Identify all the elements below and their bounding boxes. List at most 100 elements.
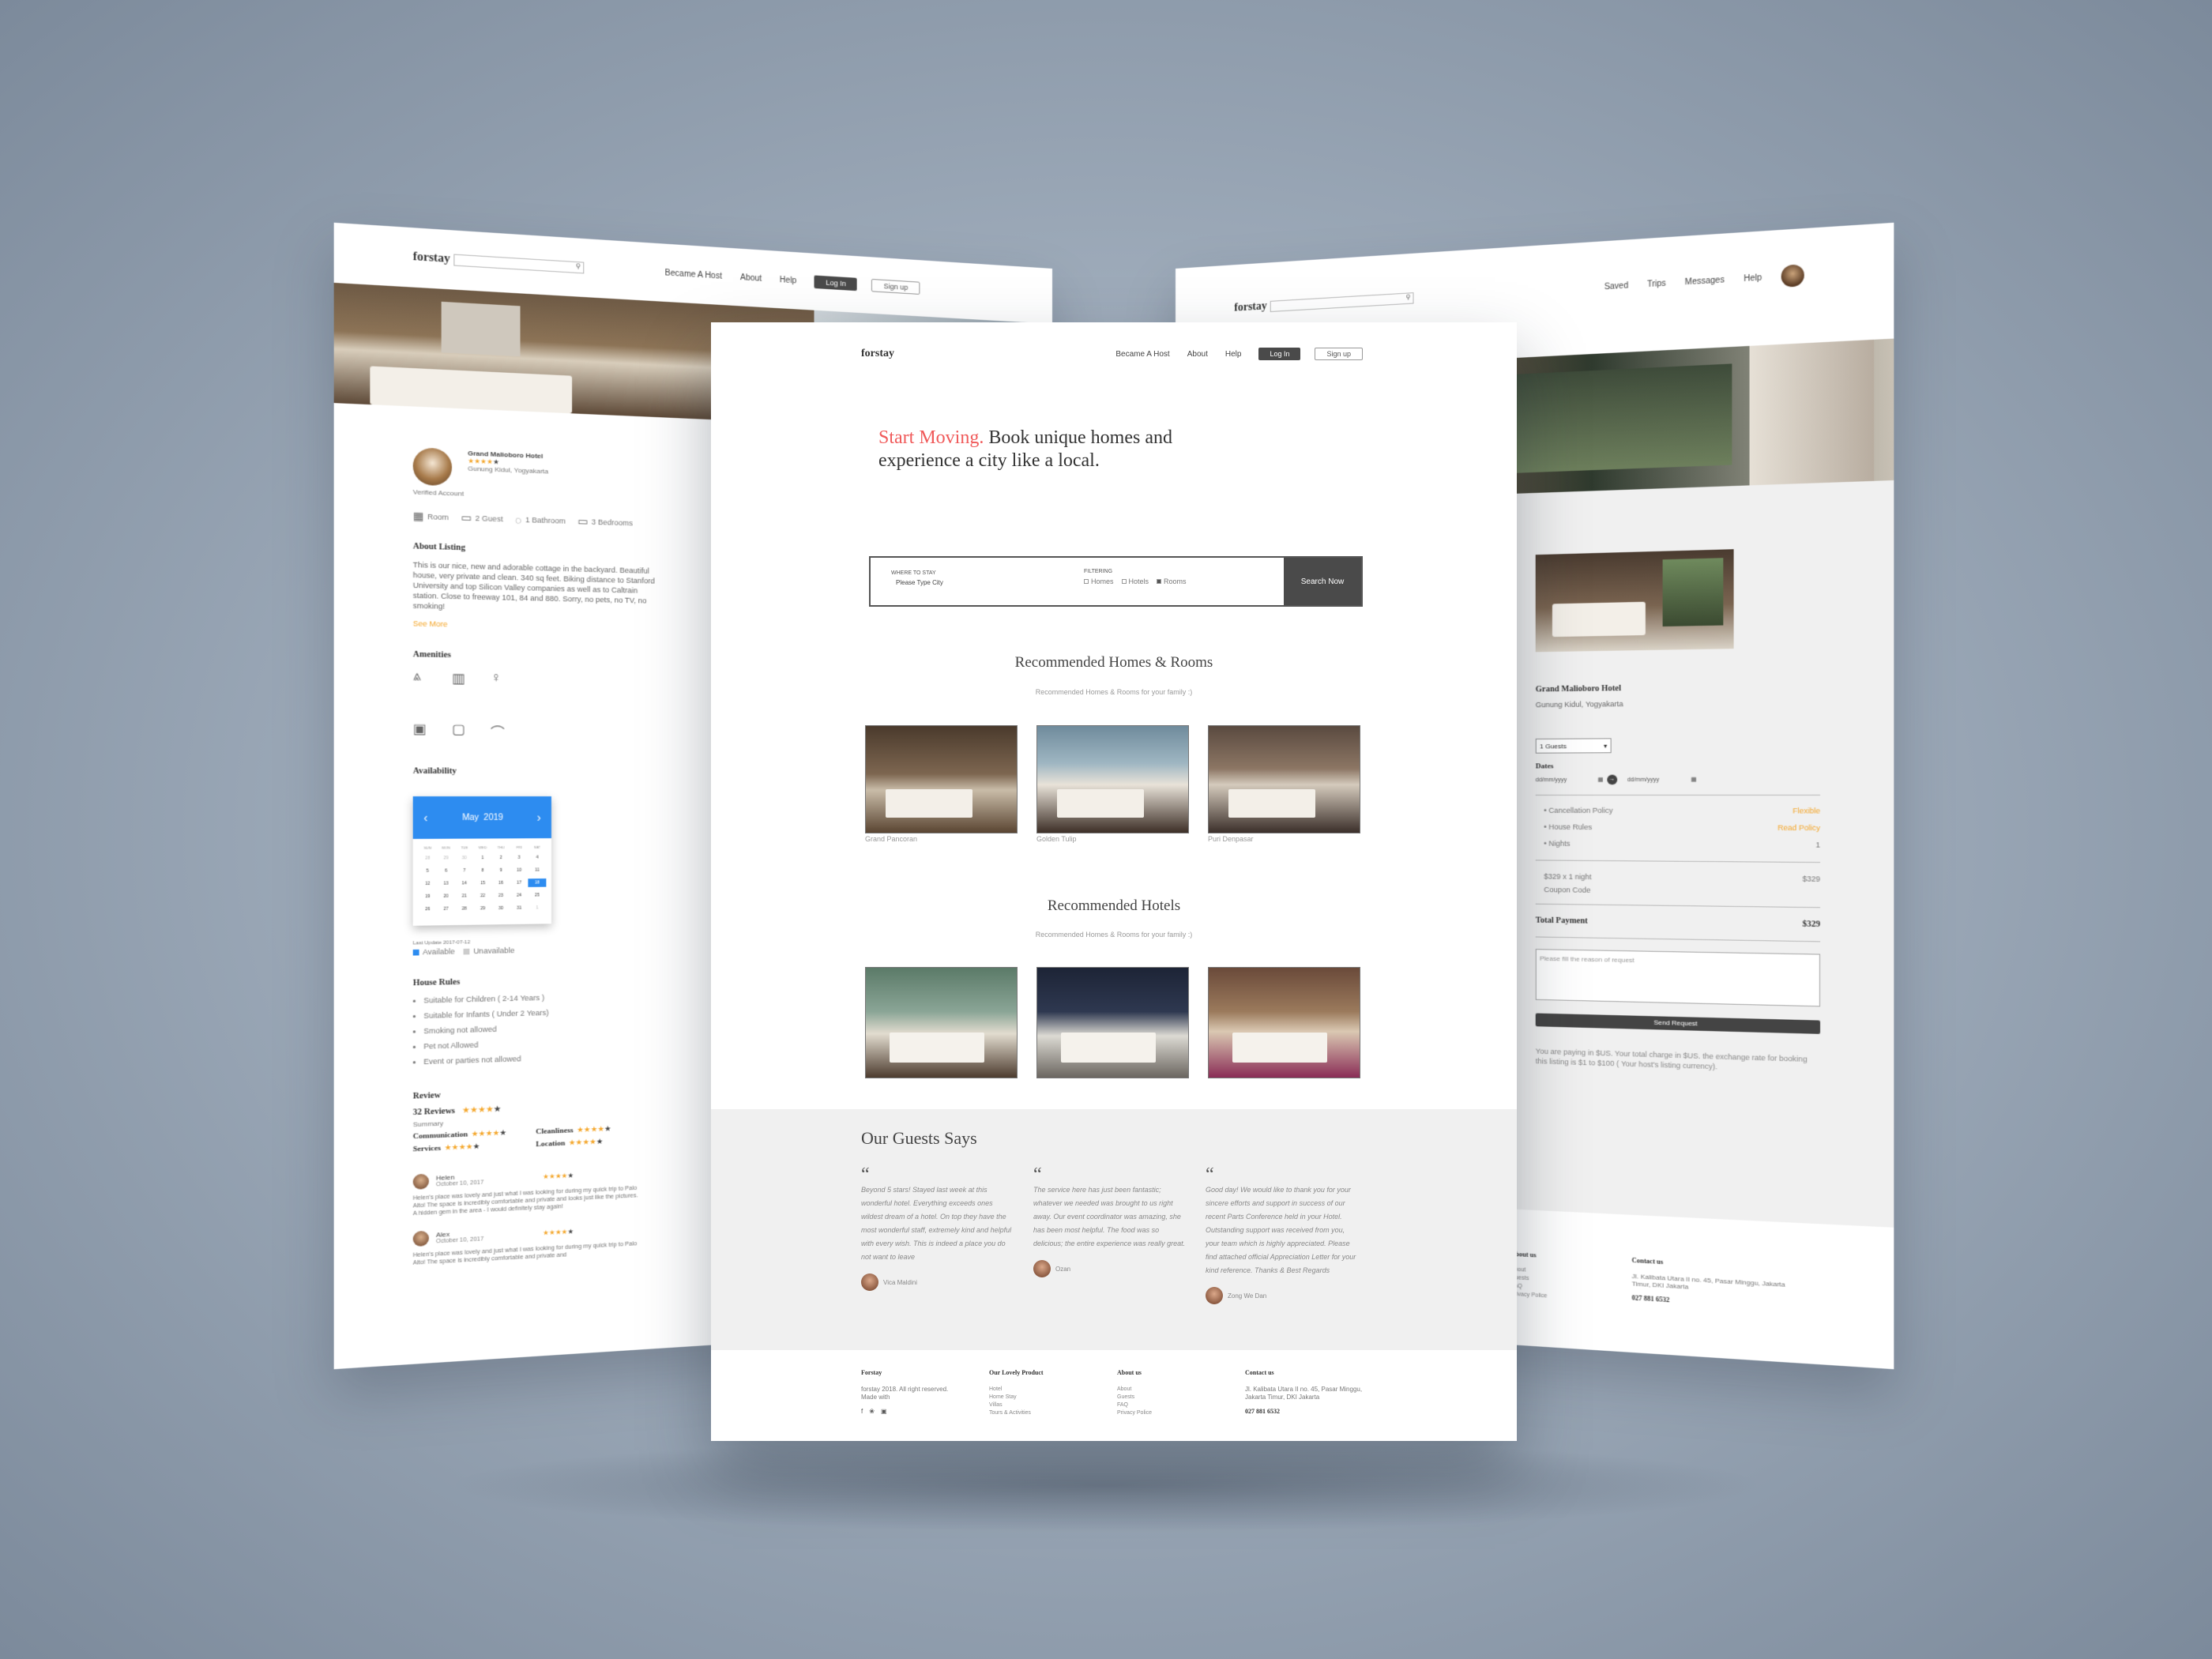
calendar-day[interactable]: 14 [455,879,473,888]
calendar-day[interactable]: 11 [529,866,547,875]
search-now-button[interactable]: Search Now [1284,558,1361,605]
footer-link[interactable]: Villas [989,1401,1117,1409]
policy-value[interactable]: Read Policy [1778,819,1820,837]
reason-textarea[interactable]: Please fill the reason of request [1535,949,1821,1007]
calendar-day[interactable]: 10 [510,866,529,875]
calendar-day[interactable]: 8 [473,867,491,875]
calendar-day[interactable]: 23 [492,891,510,900]
filter-option[interactable]: Rooms [1157,577,1187,585]
calendar-day[interactable]: 18 [528,878,547,887]
nav-became-host[interactable]: Became A Host [665,269,722,281]
footer-link[interactable]: Guests [1117,1394,1245,1401]
room-card[interactable]: Puri Denpasar [1208,725,1360,843]
logo[interactable]: forstay [1234,300,1266,315]
calendar-day[interactable]: 30 [455,854,473,863]
coupon-link[interactable]: Coupon Code [1544,886,1820,897]
nav-help[interactable]: Help [780,275,796,285]
room-card[interactable]: Golden Tulip [1036,725,1189,843]
calendar-day[interactable]: 20 [437,892,455,901]
calendar-icon[interactable]: ▦ [1597,777,1603,783]
calendar-day[interactable]: 15 [473,879,491,888]
filter-option[interactable]: Homes [1084,577,1114,585]
nav-trips[interactable]: Trips [1647,279,1666,289]
calendar-day[interactable]: 2 [492,854,510,863]
policy-value[interactable]: Flexible [1793,803,1820,820]
hotel-card-photo[interactable] [1036,967,1189,1078]
reviewer-avatar[interactable] [412,1173,429,1190]
calendar-day[interactable]: 21 [455,892,473,901]
calendar-day[interactable]: 3 [510,853,529,862]
nav-saved[interactable]: Saved [1604,281,1629,292]
guests-select[interactable]: 1 Guests ▾ [1535,738,1612,754]
checkout-date-input[interactable]: dd/mm/yyyy [1627,777,1687,782]
checkbox-icon[interactable] [1121,579,1127,584]
calendar-day[interactable]: 29 [437,854,455,863]
calendar-day[interactable]: 6 [437,867,455,875]
room-card-photo[interactable] [865,725,1018,833]
reviewer-avatar[interactable] [412,1230,429,1247]
search-input[interactable]: ⚲ [1270,292,1414,313]
user-avatar[interactable] [1781,264,1804,288]
filter-option[interactable]: Hotels [1121,577,1149,585]
footer-link[interactable]: Tours & Activities [989,1409,1117,1417]
calendar-day[interactable]: 16 [492,878,510,887]
footer-link[interactable]: Home Stay [989,1394,1117,1401]
next-month-icon[interactable]: › [537,811,541,824]
prev-month-icon[interactable]: ‹ [423,811,427,824]
nav-help[interactable]: Help [1225,350,1242,359]
calendar-day[interactable]: 27 [437,905,455,913]
calendar-day[interactable]: 1 [473,854,491,863]
logo[interactable]: forstay [413,250,450,266]
signup-button[interactable]: Sign up [871,278,920,295]
host-avatar[interactable] [412,447,453,487]
calendar-day[interactable]: 22 [473,892,491,901]
footer-link[interactable]: Hotel [989,1386,1117,1394]
calendar-day[interactable]: 28 [418,854,436,863]
room-card-photo[interactable] [1208,725,1360,833]
send-request-button[interactable]: Send Request [1535,1013,1821,1034]
calendar-day[interactable]: 30 [492,904,510,912]
checkbox-icon[interactable] [1157,579,1162,584]
signup-button[interactable]: Sign up [1315,348,1363,360]
bed-shape [1232,1033,1327,1063]
nav-about[interactable]: About [1187,350,1208,359]
calendar-day[interactable]: 31 [510,904,529,912]
nav-messages[interactable]: Messages [1685,275,1725,287]
footer-link[interactable]: About [1117,1386,1245,1394]
login-button[interactable]: Log In [1258,348,1301,360]
nav-about[interactable]: About [740,273,762,283]
city-input[interactable]: Please Type City [891,579,1063,586]
facebook-icon[interactable]: f [861,1408,863,1415]
calendar-day[interactable]: 5 [418,867,436,875]
twitter-icon[interactable]: ❀ [869,1408,875,1415]
calendar-day[interactable]: 19 [418,892,436,901]
calendar-day[interactable]: 9 [492,866,510,875]
checkin-date-input[interactable]: dd/mm/yyyy [1536,777,1594,782]
calendar-day[interactable]: 12 [418,879,436,888]
room-card[interactable]: Grand Pancoran [865,725,1018,843]
nav-became-host[interactable]: Became A Host [1115,350,1169,359]
calendar-day[interactable]: 4 [529,853,547,862]
booking-room-photo [1535,549,1734,653]
footer-link[interactable]: Privacy Police [1117,1409,1245,1417]
calendar-day[interactable]: 29 [473,905,491,913]
room-card-photo[interactable] [1036,725,1189,833]
hotel-card-photo[interactable] [1208,967,1360,1078]
calendar-day[interactable]: 24 [510,891,529,900]
calendar-day[interactable]: 13 [437,879,455,888]
calendar-day[interactable]: 17 [510,878,529,887]
hotel-card-photo[interactable] [865,967,1018,1078]
search-input[interactable]: ⚲ [453,254,585,274]
instagram-icon[interactable]: ▣ [881,1408,887,1415]
login-button[interactable]: Log In [814,275,858,292]
checkbox-icon[interactable] [1084,579,1089,584]
calendar-day[interactable]: 25 [529,891,547,900]
calendar-day[interactable]: 26 [418,905,436,914]
calendar-day[interactable]: 28 [455,905,473,913]
nav-help[interactable]: Help [1744,273,1762,284]
calendar-day[interactable]: 1 [529,904,547,912]
logo[interactable]: forstay [861,348,894,360]
footer-link[interactable]: FAQ [1117,1401,1245,1409]
calendar-day[interactable]: 7 [455,867,473,875]
calendar-icon[interactable]: ▦ [1691,777,1696,783]
